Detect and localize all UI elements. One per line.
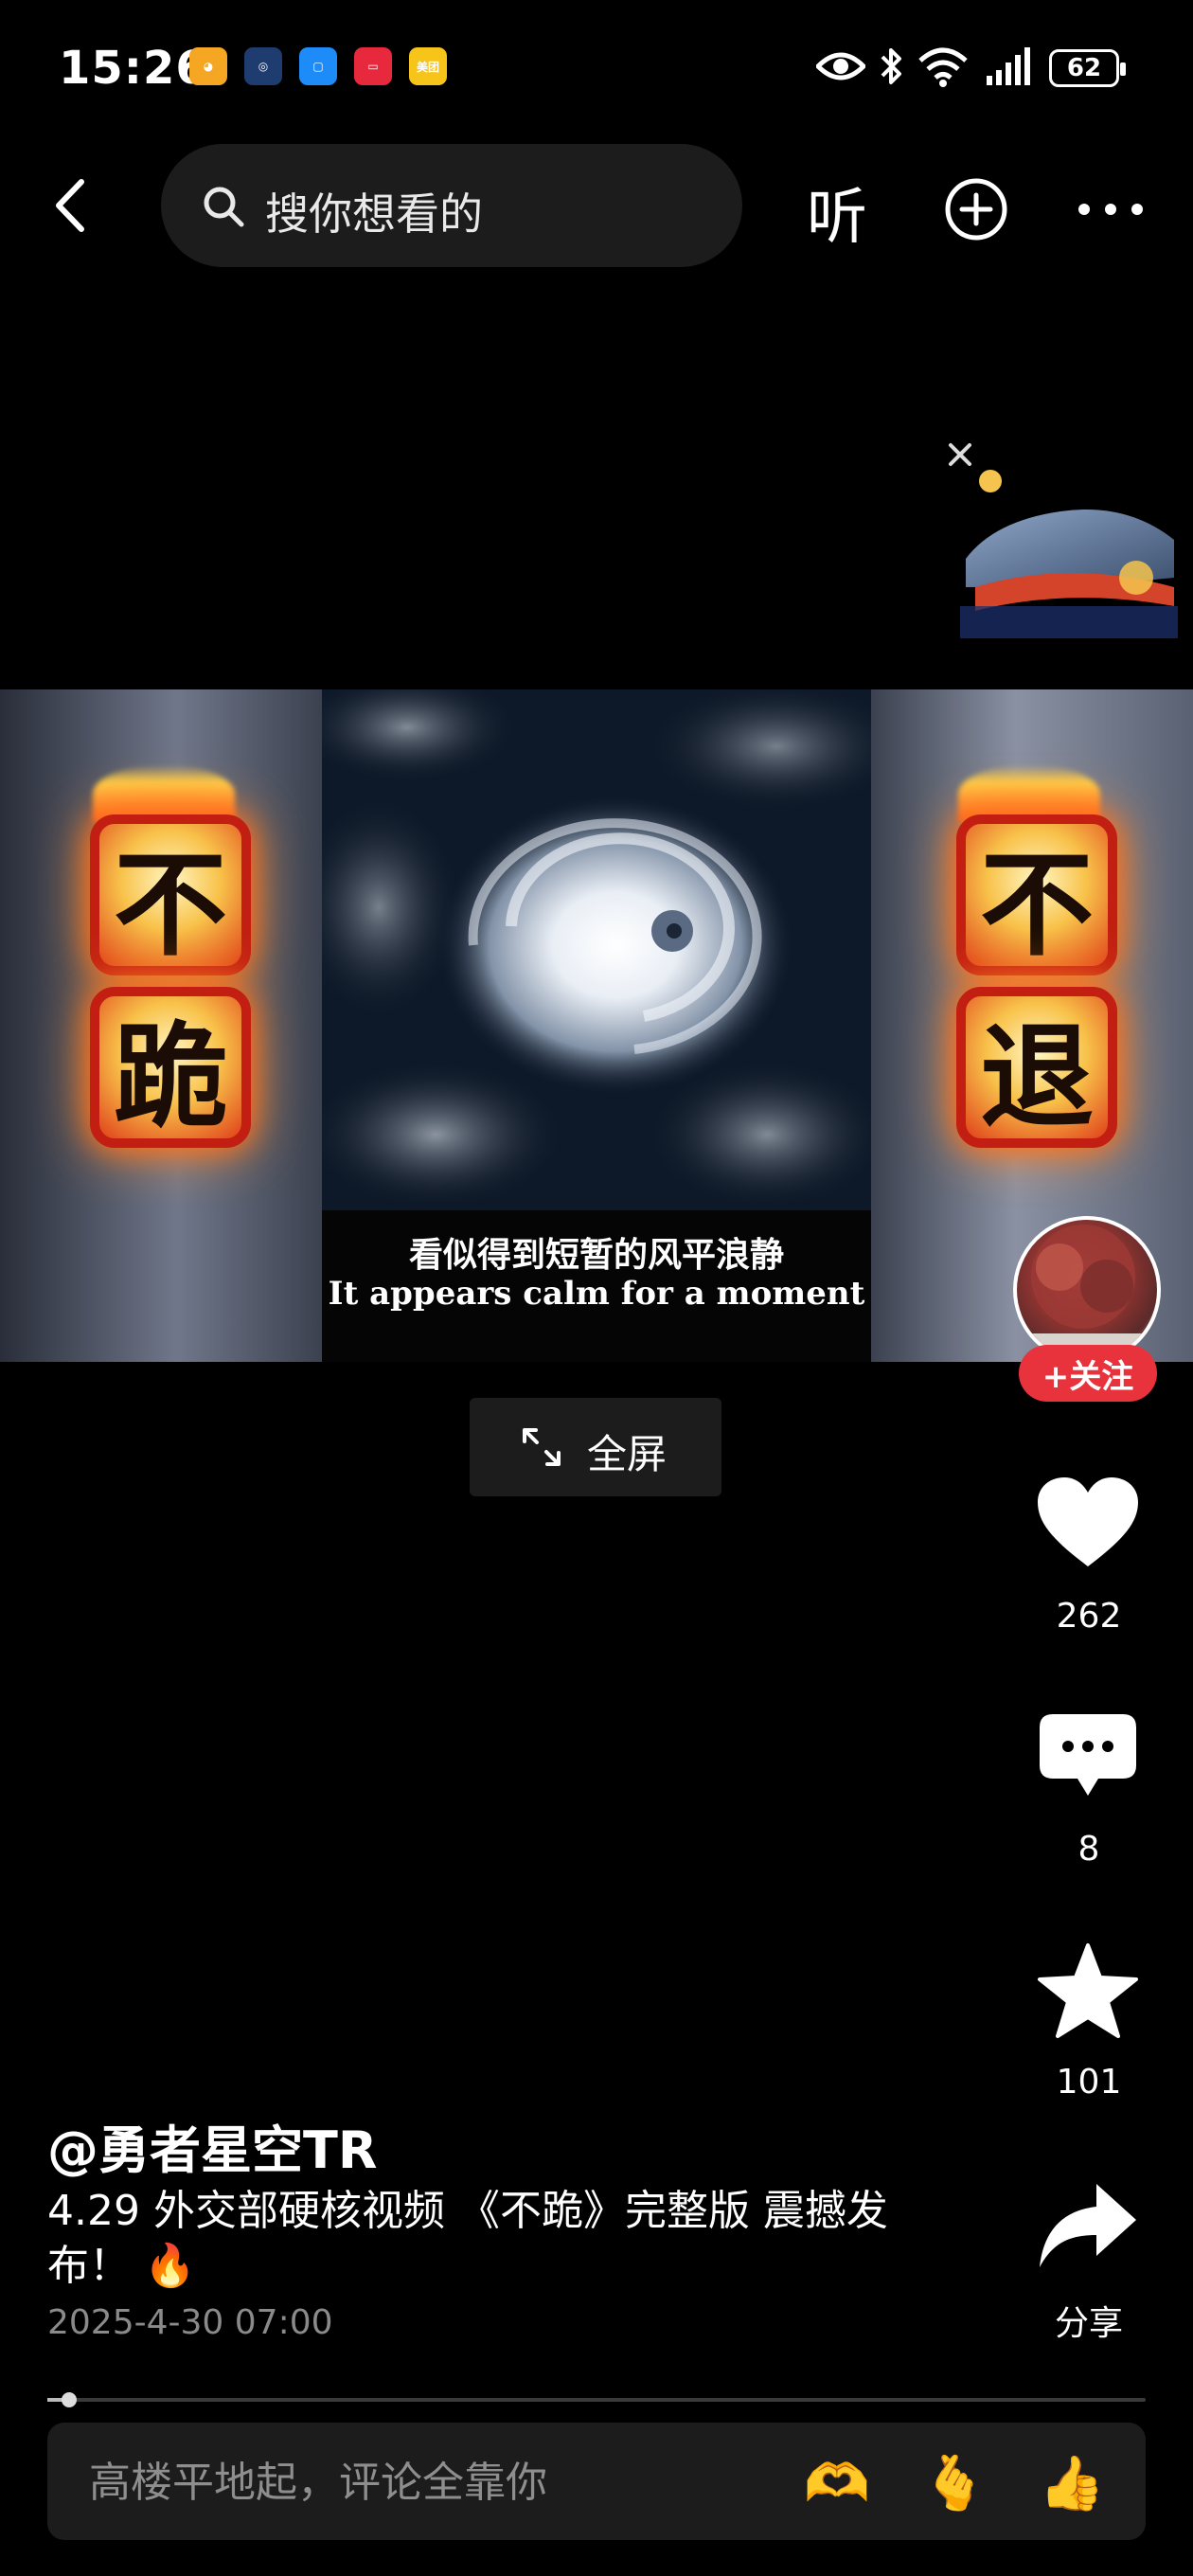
expand-icon xyxy=(523,1428,561,1466)
comment-input[interactable] xyxy=(87,2453,754,2512)
storm-graphic xyxy=(322,689,871,1210)
share-button[interactable] xyxy=(1036,2178,1140,2273)
overlay-char-left-2: 跪 xyxy=(90,987,251,1148)
bluetooth-icon xyxy=(881,48,901,84)
follow-button[interactable]: +关注 xyxy=(1019,1345,1157,1402)
video-description: 4.29 外交部硬核视频 《不跪》完整版 震撼发布！ 🔥 xyxy=(47,2187,888,2290)
red-app-icon: ▭ xyxy=(354,47,392,85)
comment-button[interactable] xyxy=(1036,1710,1140,1801)
video-progress-bar[interactable] xyxy=(47,2398,1146,2402)
weibo-icon: ◕ xyxy=(189,47,227,85)
like-count: 262 xyxy=(1056,1597,1122,1636)
battery-indicator: 62 xyxy=(1049,49,1126,87)
post-date: 2025-4-30 07:00 xyxy=(47,2303,333,2342)
emoji-finger-heart-button[interactable]: 🫰 xyxy=(917,2445,992,2521)
emoji-thumbs-up-button[interactable]: 👍 xyxy=(1034,2445,1110,2521)
emoji-heart-hands-button[interactable]: 🫶 xyxy=(799,2445,875,2521)
plus-circle-icon xyxy=(945,178,1007,241)
ad-thumbnail[interactable] xyxy=(956,445,1184,653)
favorite-count: 101 xyxy=(1056,2063,1122,2102)
wifi-icon xyxy=(918,47,968,87)
comment-bubble-icon xyxy=(1040,1714,1136,1796)
fullscreen-label: 全屏 xyxy=(587,1431,668,1477)
heart-icon xyxy=(1038,1477,1138,1566)
add-button[interactable] xyxy=(943,176,1009,242)
overlay-char-right-2: 退 xyxy=(956,987,1117,1148)
video-player[interactable]: 不 跪 看似得到短暂的风平浪静 It appears calm for a mo… xyxy=(0,689,1193,1362)
overlay-char-left-1: 不 xyxy=(90,814,251,975)
subtitle-english: It appears calm for a moment xyxy=(328,1275,865,1313)
fullscreen-button[interactable]: 全屏 xyxy=(470,1398,721,1496)
meituan-icon: 美团 xyxy=(409,47,447,85)
star-icon xyxy=(1038,1943,1138,2038)
video-progress-handle[interactable] xyxy=(62,2392,77,2407)
browser-icon: ◎ xyxy=(244,47,282,85)
more-options-button[interactable] xyxy=(1076,195,1146,224)
overlay-char-right-1: 不 xyxy=(956,814,1117,975)
subtitle-chinese: 看似得到短暂的风平浪静 xyxy=(408,1235,784,1275)
more-dots-icon xyxy=(1078,204,1143,215)
avatar-image xyxy=(1017,1225,1157,1360)
share-label: 分享 xyxy=(1054,2304,1123,2343)
author-avatar[interactable] xyxy=(1013,1216,1161,1364)
satellite-storm-image xyxy=(322,689,871,1210)
search-icon xyxy=(204,187,244,227)
subtitle-box: 看似得到短暂的风平浪静 It appears calm for a moment xyxy=(322,1210,871,1362)
eye-icon xyxy=(816,52,865,80)
listen-button[interactable]: 听 xyxy=(807,169,867,256)
ad-car-graphic xyxy=(960,470,1178,638)
chevron-left-icon xyxy=(56,179,84,232)
status-bar: 15:26 ◕ ◎ ▢ ▭ 美团 62 xyxy=(0,0,1193,142)
like-button[interactable] xyxy=(1034,1474,1142,1572)
author-name[interactable]: @勇者星空TR xyxy=(47,2108,377,2183)
back-button[interactable] xyxy=(38,172,104,239)
share-arrow-icon xyxy=(1040,2184,1136,2267)
comment-count: 8 xyxy=(1077,1830,1100,1869)
search-placeholder: 搜你想看的 xyxy=(265,188,483,240)
signal-icon xyxy=(987,47,1030,85)
chat-icon: ▢ xyxy=(299,47,337,85)
favorite-button[interactable] xyxy=(1036,1941,1140,2040)
status-time: 15:26 xyxy=(59,42,208,95)
